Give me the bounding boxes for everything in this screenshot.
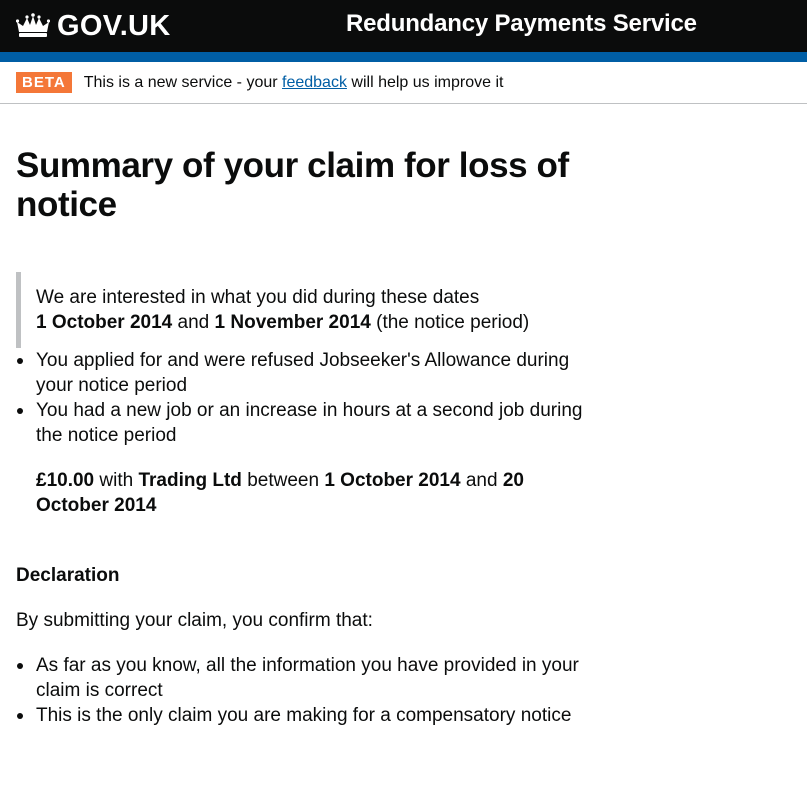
brand-colour-bar — [0, 52, 807, 62]
declaration-list: As far as you know, all the information … — [16, 653, 596, 728]
notice-end-date: 1 November 2014 — [214, 312, 371, 333]
and-text: and — [172, 312, 215, 333]
global-header: GOV.UK Redundancy Payments Service — [0, 0, 807, 52]
service-name-link[interactable]: Redundancy Payments Service — [346, 10, 697, 38]
jsa-answer: You applied for and were refused Jobseek… — [16, 348, 596, 398]
new-job-answer-list: You had a new job or an increase in hour… — [16, 398, 596, 448]
with-text: with — [94, 470, 139, 491]
job-start-date: 1 October 2014 — [324, 470, 461, 491]
job-employer: Trading Ltd — [138, 470, 242, 491]
phase-banner-text: This is a new service - your feedback wi… — [84, 74, 504, 92]
notice-start-date: 1 October 2014 — [36, 312, 173, 333]
and-text: and — [460, 470, 503, 491]
jsa-answer-list: You applied for and were refused Jobseek… — [16, 348, 596, 398]
phase-banner: BETA This is a new service - your feedba… — [0, 62, 807, 104]
phase-text-after: will help us improve it — [346, 73, 504, 91]
declaration-item: As far as you know, all the information … — [16, 653, 596, 703]
feedback-link[interactable]: feedback — [282, 74, 347, 91]
inset-dates: 1 October 2014 and 1 November 2014 (the … — [36, 310, 596, 335]
new-job-answer: You had a new job or an increase in hour… — [16, 398, 596, 448]
between-text: between — [241, 470, 325, 491]
main-content: Summary of your claim for loss of notice… — [16, 146, 596, 728]
crown-icon — [16, 13, 50, 37]
page-title: Summary of your claim for loss of notice — [16, 146, 569, 224]
notice-period-inset: We are interested in what you did during… — [16, 272, 596, 348]
declaration-item: This is the only claim you are making fo… — [16, 703, 596, 728]
phase-text-before: This is a new service - your — [83, 73, 283, 91]
logo-text: GOV.UK — [57, 9, 171, 42]
declaration-heading: Declaration — [16, 565, 120, 586]
inset-intro: We are interested in what you did during… — [36, 287, 480, 308]
notice-period-suffix: (the notice period) — [370, 312, 530, 333]
govuk-logo-link[interactable]: GOV.UK — [16, 10, 171, 43]
job-amount: £10.00 — [36, 470, 95, 491]
new-job-detail: £10.00 with Trading Ltd between 1 Octobe… — [36, 468, 596, 518]
beta-tag: BETA — [16, 72, 72, 93]
declaration-intro: By submitting your claim, you confirm th… — [16, 610, 373, 631]
